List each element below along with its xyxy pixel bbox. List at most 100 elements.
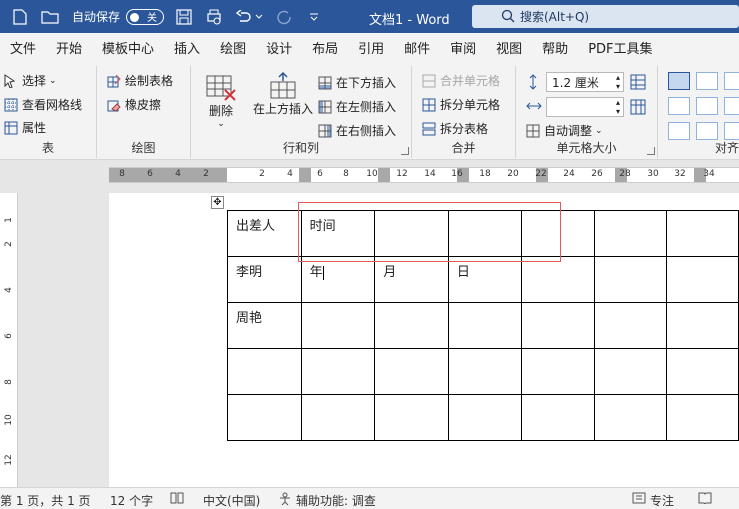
autosave-toggle[interactable]: 关: [126, 8, 165, 25]
tab-design[interactable]: 设计: [256, 38, 302, 57]
view-gridlines-button[interactable]: 查看网格线: [4, 96, 82, 113]
tab-home[interactable]: 开始: [46, 38, 92, 57]
tab-mailings[interactable]: 邮件: [394, 38, 440, 57]
table-cell[interactable]: [521, 302, 595, 349]
table-cell[interactable]: [448, 210, 523, 257]
split-cells-button[interactable]: 拆分单元格: [422, 96, 500, 113]
save-icon[interactable]: [174, 7, 194, 27]
table-cell[interactable]: 出差人: [227, 210, 302, 257]
row-height-input[interactable]: 1.2 厘米 ▴ ▾: [546, 72, 624, 92]
open-folder-icon[interactable]: [40, 7, 60, 27]
table-cell[interactable]: [665, 210, 739, 257]
tab-insert[interactable]: 插入: [164, 38, 210, 57]
table-cell[interactable]: [665, 302, 739, 349]
document-table[interactable]: 出差人 时间 李明 年 月 日 周艳: [227, 210, 739, 441]
table-cell[interactable]: [521, 210, 595, 257]
table-cell[interactable]: [665, 348, 739, 395]
table-cell[interactable]: [593, 210, 667, 257]
tab-references[interactable]: 引用: [348, 38, 394, 57]
print-preview-icon[interactable]: [204, 7, 224, 27]
table-cell[interactable]: [374, 348, 449, 395]
language-indicator[interactable]: 中文(中国): [203, 492, 260, 509]
column-width-spinner-icon[interactable]: ▴ ▾: [616, 98, 620, 116]
table-cell[interactable]: [665, 256, 739, 303]
align-bottom-center-button[interactable]: [696, 122, 718, 140]
align-middle-left-button[interactable]: [668, 97, 690, 115]
tab-view[interactable]: 视图: [486, 38, 532, 57]
align-middle-center-button[interactable]: [696, 97, 718, 115]
distribute-columns-icon[interactable]: [630, 99, 646, 118]
customize-toolbar-icon[interactable]: [304, 7, 324, 27]
undo-icon[interactable]: [234, 7, 254, 27]
tab-layout[interactable]: 布局: [302, 38, 348, 57]
insert-above-button[interactable]: 在上方插入: [251, 72, 315, 117]
vertical-ruler[interactable]: 1 2 4 6 8 10 12: [0, 193, 18, 487]
tab-templates[interactable]: 模板中心: [92, 38, 164, 57]
focus-mode-button[interactable]: 专注: [650, 492, 674, 509]
align-bottom-left-button[interactable]: [668, 122, 690, 140]
table-cell[interactable]: 周艳: [227, 302, 302, 349]
insert-right-button[interactable]: 在右侧插入: [318, 122, 396, 139]
delete-button[interactable]: 删除 ⌄: [203, 74, 239, 129]
align-top-right-button[interactable]: [724, 72, 739, 90]
table-cell[interactable]: [227, 348, 302, 395]
table-cell[interactable]: [593, 394, 667, 441]
select-button[interactable]: 选择 ⌄: [4, 72, 57, 89]
table-cell[interactable]: [521, 256, 595, 303]
table-cell[interactable]: [593, 256, 667, 303]
table-cell[interactable]: 月: [374, 256, 449, 303]
insert-left-button[interactable]: 在左侧插入: [318, 98, 396, 115]
focus-icon[interactable]: [632, 492, 646, 504]
distribute-rows-icon[interactable]: [630, 74, 646, 93]
draw-table-button[interactable]: 绘制表格: [107, 72, 173, 89]
merge-cells-button[interactable]: 合并单元格: [422, 72, 500, 89]
table-cell[interactable]: [593, 302, 667, 349]
table-cell[interactable]: [374, 302, 449, 349]
cell-size-launcher-icon[interactable]: [647, 147, 655, 155]
row-height-spinner-icon[interactable]: ▴ ▾: [616, 73, 620, 91]
table-cell[interactable]: [665, 394, 739, 441]
word-count[interactable]: 12 个字: [110, 492, 153, 509]
table-cell[interactable]: [374, 394, 449, 441]
table-cell[interactable]: 年: [300, 256, 376, 303]
table-cell[interactable]: [300, 302, 376, 349]
split-table-button[interactable]: 拆分表格: [422, 120, 488, 137]
rows-columns-launcher-icon[interactable]: [401, 147, 409, 155]
horizontal-ruler[interactable]: 8 6 4 2 2 4 6 8 10 12 14 16 18 20 22 24 …: [0, 161, 739, 188]
table-cell[interactable]: 日: [447, 256, 523, 303]
table-cell[interactable]: 时间: [300, 210, 376, 257]
table-cell[interactable]: [227, 394, 302, 441]
tab-file[interactable]: 文件: [0, 38, 46, 57]
document-page[interactable]: 出差人 时间 李明 年 月 日 周艳: [109, 193, 739, 487]
align-middle-right-button[interactable]: [724, 97, 739, 115]
tab-pdf-tools[interactable]: PDF工具集: [578, 38, 662, 57]
new-document-icon[interactable]: [10, 7, 30, 27]
tab-help[interactable]: 帮助: [532, 38, 578, 57]
table-cell[interactable]: [521, 348, 595, 395]
accessibility-icon[interactable]: [278, 492, 292, 506]
table-cell[interactable]: [447, 302, 523, 349]
column-width-input[interactable]: ▴ ▾: [546, 97, 624, 117]
search-box[interactable]: 搜索(Alt+Q): [472, 5, 739, 28]
proofing-icon[interactable]: [170, 492, 184, 504]
table-cell[interactable]: [521, 394, 595, 441]
table-cell[interactable]: [374, 210, 449, 257]
table-cell[interactable]: 李明: [227, 256, 302, 303]
align-bottom-right-button[interactable]: [724, 122, 739, 140]
undo-dropdown-icon[interactable]: [254, 7, 264, 27]
insert-below-button[interactable]: 在下方插入: [318, 74, 396, 91]
tab-draw[interactable]: 绘图: [210, 38, 256, 57]
table-move-handle-icon[interactable]: ✥: [211, 196, 224, 209]
accessibility-status[interactable]: 辅助功能: 调查: [296, 492, 376, 509]
table-cell[interactable]: [300, 394, 376, 441]
table-cell[interactable]: [447, 348, 523, 395]
align-top-center-button[interactable]: [696, 72, 718, 90]
tab-review[interactable]: 审阅: [440, 38, 486, 57]
eraser-button[interactable]: 橡皮擦: [107, 96, 161, 113]
read-mode-icon[interactable]: [698, 492, 712, 504]
page-count[interactable]: 第 1 页，共 1 页: [0, 492, 91, 509]
align-top-left-button[interactable]: [668, 72, 690, 90]
autofit-button[interactable]: 自动调整 ⌄: [526, 122, 603, 139]
table-cell[interactable]: [447, 394, 523, 441]
table-cell[interactable]: [300, 348, 376, 395]
